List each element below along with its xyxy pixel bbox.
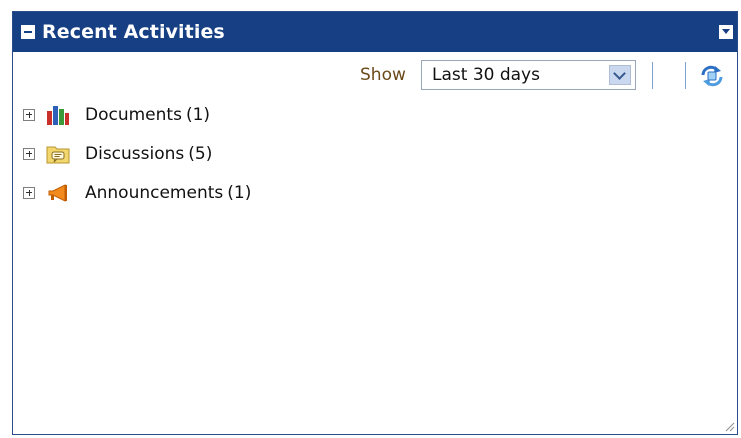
resize-grip-icon[interactable] bbox=[721, 418, 735, 432]
tree-item-discussions[interactable]: Discussions (5) bbox=[23, 134, 251, 173]
collapse-icon[interactable] bbox=[21, 25, 35, 39]
tree-item-count: (1) bbox=[227, 182, 252, 203]
expand-icon[interactable] bbox=[23, 108, 35, 121]
expand-icon[interactable] bbox=[23, 147, 35, 160]
panel-menu-button[interactable] bbox=[719, 25, 733, 39]
refresh-icon[interactable] bbox=[699, 63, 725, 89]
show-label: Show bbox=[360, 65, 406, 85]
tree-item-count: (5) bbox=[188, 143, 213, 164]
tree-item-count: (1) bbox=[185, 104, 211, 125]
tree-item-label: Announcements bbox=[85, 182, 224, 203]
documents-books-icon bbox=[45, 102, 71, 128]
discussion-folder-icon bbox=[45, 141, 71, 167]
activity-tree: Documents (1) Discussions (5) Announceme… bbox=[23, 95, 251, 212]
filter-toolbar: Show Last 30 days bbox=[317, 60, 737, 92]
toolbar-separator bbox=[652, 62, 653, 89]
tree-item-documents[interactable]: Documents (1) bbox=[23, 95, 251, 134]
toolbar-separator bbox=[685, 62, 686, 89]
date-range-select[interactable]: Last 30 days bbox=[421, 60, 636, 90]
expand-icon[interactable] bbox=[23, 186, 35, 199]
date-range-value: Last 30 days bbox=[432, 65, 540, 85]
tree-item-announcements[interactable]: Announcements (1) bbox=[23, 173, 251, 212]
recent-activities-panel: Recent Activities Show Last 30 days Docu… bbox=[12, 11, 738, 435]
megaphone-icon bbox=[45, 180, 71, 206]
panel-header: Recent Activities bbox=[13, 12, 737, 52]
tree-item-label: Documents bbox=[85, 104, 182, 125]
chevron-down-icon[interactable] bbox=[609, 65, 631, 85]
panel-title: Recent Activities bbox=[42, 21, 225, 43]
tree-item-label: Discussions bbox=[85, 143, 185, 164]
